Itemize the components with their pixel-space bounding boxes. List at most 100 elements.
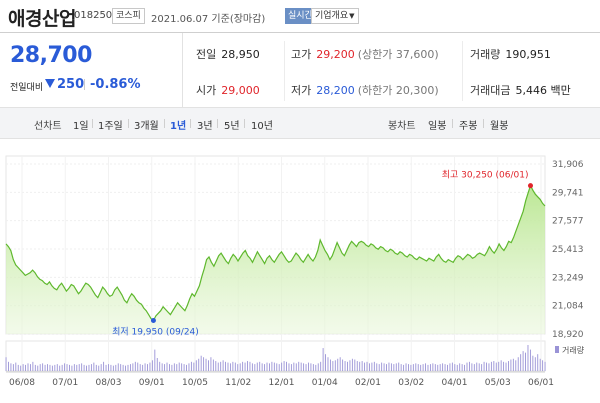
volume-bar (190, 361, 192, 371)
volume-bar (22, 364, 24, 371)
volume-bar (459, 363, 461, 371)
open-cell: 시가 29,000 (196, 82, 260, 98)
divider (190, 119, 191, 128)
volume-bar (298, 361, 300, 371)
volume-bar (217, 362, 219, 371)
volume-bar (66, 364, 68, 371)
price-chart-svg: 31,906 29,741 27,577 25,413 23,249 21,084 18,9… (5, 155, 585, 388)
volume-bar (183, 364, 185, 371)
volume-bar (293, 362, 295, 371)
change-divider (84, 79, 85, 90)
volume-bar (303, 363, 305, 371)
y-tick-label: 23,249 (552, 273, 584, 283)
volume-bar (527, 345, 529, 371)
period-10y-button[interactable]: 10년 (251, 117, 273, 132)
period-3m-button[interactable]: 3개월 (134, 117, 159, 132)
volume-bar (76, 364, 78, 371)
volume-bar (215, 361, 217, 371)
upper-limit: (상한가 37,600) (357, 48, 439, 61)
volume-bar (366, 361, 368, 371)
period-1d-button[interactable]: 1일 (73, 117, 89, 132)
volume-bar (334, 360, 336, 371)
volume-bar (210, 357, 212, 371)
company-info-button[interactable]: 기업개요▼ (311, 8, 359, 24)
volume-bar (227, 362, 229, 371)
period-3y-button[interactable]: 3년 (197, 117, 213, 132)
volume-bar (437, 364, 439, 371)
change-label: 전일대비 (10, 83, 44, 93)
period-5y-button[interactable]: 5년 (224, 117, 240, 132)
volume-bar (120, 364, 122, 371)
volume-bar (90, 364, 92, 371)
x-tick-label: 06/08 (9, 378, 35, 388)
volume-bar (405, 363, 407, 371)
x-tick-label: 03/02 (398, 378, 424, 388)
chevron-down-icon: ▼ (349, 12, 355, 20)
amount-label: 거래대금 (470, 84, 511, 97)
volume-bar (490, 361, 492, 371)
high-cell: 고가 29,200 (상한가 37,600) (291, 46, 439, 62)
volume-bar (403, 364, 405, 371)
weekly-candle-button[interactable]: 주봉 (459, 117, 477, 132)
volume-bar (329, 359, 331, 371)
volume-bar (408, 364, 409, 371)
volume-bar (198, 358, 200, 371)
volume-cell: 거래량 190,951 (470, 46, 551, 62)
divider (244, 119, 245, 128)
volume-bar (117, 363, 119, 371)
volume-bar (34, 364, 36, 371)
volume-bar (359, 361, 361, 371)
volume-bar (508, 361, 509, 371)
volume-bar (539, 358, 541, 371)
daily-candle-button[interactable]: 일봉 (428, 117, 446, 132)
period-1w-button[interactable]: 1주일 (98, 117, 123, 132)
volume-bar (264, 364, 266, 371)
volume-bar (151, 360, 153, 371)
volume-bar (295, 363, 297, 371)
high-annotation: 최고 30,250 (06/01) (442, 170, 529, 181)
date-text: 2021.06.07 기준(장마감) (151, 14, 266, 25)
volume-bar (400, 364, 402, 371)
volume-bar (393, 364, 395, 371)
low-annotation: 최저 19,950 (09/24) (112, 327, 199, 338)
volume-bar (115, 364, 117, 371)
volume-bar (305, 364, 307, 371)
volume-bar (488, 363, 490, 371)
volume-bar (373, 361, 375, 371)
volume-bar (273, 362, 275, 371)
volume-bar (164, 364, 166, 371)
volume-bar (56, 364, 58, 371)
volume-bar (125, 365, 127, 371)
volume-bar (249, 361, 251, 371)
monthly-candle-button[interactable]: 월봉 (490, 117, 508, 132)
volume-bar (171, 364, 173, 371)
x-tick-label: 04/01 (442, 378, 468, 388)
volume-bar (176, 364, 178, 371)
volume-bar (371, 362, 373, 371)
volume-bar (420, 364, 422, 371)
divider (164, 119, 165, 128)
volume-bar (376, 363, 378, 371)
volume-bar (54, 364, 56, 371)
lower-limit: (하한가 20,300) (357, 84, 439, 97)
volume-bar (59, 365, 61, 371)
period-1y-button[interactable]: 1년 (170, 117, 186, 132)
x-tick-label: 02/01 (355, 378, 381, 388)
volume-bar (498, 361, 500, 371)
volume-bar (39, 364, 41, 371)
volume-bar (25, 364, 27, 371)
volume-bar (134, 361, 136, 371)
volume-bar (320, 361, 322, 371)
divider (452, 119, 453, 128)
volume-bar (500, 360, 502, 371)
high-value: 29,200 (316, 48, 355, 61)
high-label: 고가 (291, 48, 312, 61)
volume-bar (181, 363, 183, 371)
volume-bar (61, 364, 63, 371)
open-value: 29,000 (221, 84, 260, 97)
volume-bar (351, 358, 353, 371)
change-percent: -0.86% (90, 77, 141, 92)
volume-bar (100, 364, 102, 371)
volume-bar (108, 364, 109, 371)
volume-bar (290, 364, 292, 371)
